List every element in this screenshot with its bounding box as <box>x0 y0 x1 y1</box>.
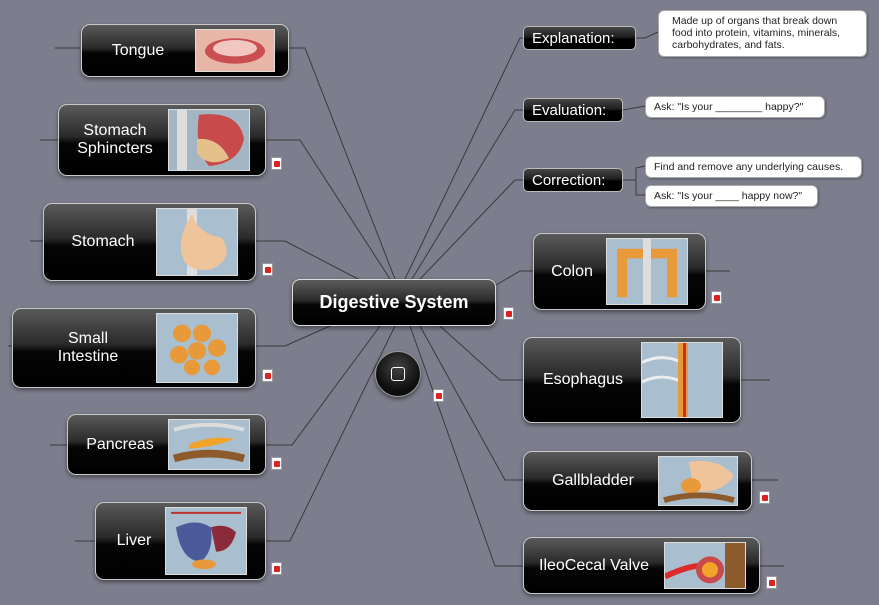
square-icon <box>391 367 405 381</box>
central-topic[interactable]: Digestive System <box>292 279 496 326</box>
attachment-icon[interactable] <box>503 307 514 320</box>
note-explanation: Made up of organs that break down food i… <box>658 10 867 57</box>
attachment-icon[interactable] <box>262 369 273 382</box>
topic-label: Pancreas <box>86 435 154 453</box>
topic-label: Colon <box>551 262 593 280</box>
attachment-icon[interactable] <box>433 389 444 402</box>
topic-stomach-sphincters[interactable]: Stomach Sphincters <box>58 104 266 176</box>
topic-label: Stomach <box>71 233 135 250</box>
topic-label: IleoCecal Valve <box>539 556 649 574</box>
small-intestine-image <box>156 313 238 383</box>
esophagus-image <box>641 342 723 418</box>
topic-evaluation[interactable]: Evaluation: <box>523 98 623 122</box>
topic-correction[interactable]: Correction: <box>523 168 623 192</box>
topic-esophagus[interactable]: Esophagus <box>523 337 741 423</box>
attachment-icon[interactable] <box>271 457 282 470</box>
note-correction-1: Find and remove any underlying causes. <box>645 156 862 178</box>
liver-image <box>165 507 247 575</box>
ileocecal-valve-image <box>664 542 746 589</box>
topic-explanation[interactable]: Explanation: <box>523 26 636 50</box>
topic-label: Gallbladder <box>552 472 634 489</box>
topic-label: Esophagus <box>542 371 624 388</box>
stomach-sphincters-image <box>168 109 250 171</box>
topic-pancreas[interactable]: Pancreas <box>67 414 266 475</box>
topic-small-intestine[interactable]: Small Intestine <box>12 308 256 388</box>
floating-topic[interactable] <box>375 351 421 397</box>
stomach-image <box>156 208 238 276</box>
attachment-icon[interactable] <box>766 576 777 589</box>
attachment-icon[interactable] <box>711 291 722 304</box>
attachment-icon[interactable] <box>271 562 282 575</box>
topic-stomach[interactable]: Stomach <box>43 203 256 281</box>
pancreas-image <box>168 419 250 470</box>
topic-colon[interactable]: Colon <box>533 233 706 310</box>
topic-label: Stomach Sphincters <box>77 122 153 157</box>
attachment-icon[interactable] <box>759 491 770 504</box>
note-evaluation: Ask: "Is your ________ happy?" <box>645 96 825 118</box>
attachment-icon[interactable] <box>271 157 282 170</box>
topic-gallbladder[interactable]: Gallbladder <box>523 451 752 511</box>
gallbladder-image <box>658 456 738 506</box>
topic-liver[interactable]: Liver <box>95 502 266 580</box>
colon-image <box>606 238 688 305</box>
topic-label: Small Intestine <box>57 330 119 365</box>
attachment-icon[interactable] <box>262 263 273 276</box>
topic-ileocecal-valve[interactable]: IleoCecal Valve <box>523 537 760 594</box>
topic-label: Liver <box>116 532 152 549</box>
note-correction-2: Ask: "Is your ____ happy now?" <box>645 185 818 207</box>
tongue-image <box>195 29 275 72</box>
topic-label: Tongue <box>111 41 165 59</box>
topic-tongue[interactable]: Tongue <box>81 24 289 77</box>
